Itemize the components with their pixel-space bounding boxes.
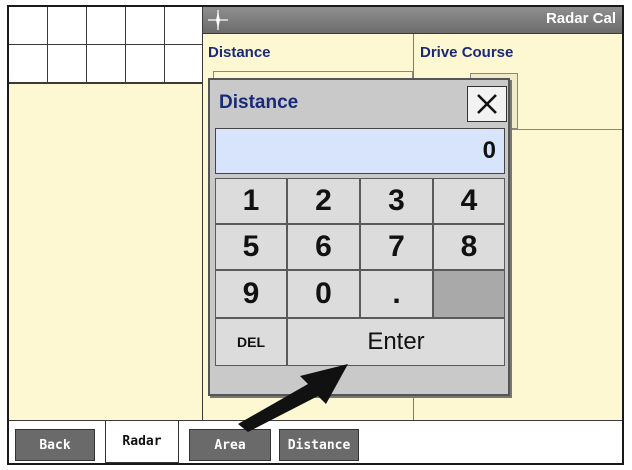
grid-cell[interactable] (87, 7, 126, 45)
key-1[interactable]: 1 (215, 178, 287, 224)
grid-cell[interactable] (48, 45, 87, 83)
left-grid (9, 7, 203, 83)
key-5[interactable]: 5 (215, 224, 287, 270)
key-6[interactable]: 6 (287, 224, 360, 270)
key-3[interactable]: 3 (360, 178, 433, 224)
grid-cell[interactable] (9, 45, 48, 83)
tab-radar[interactable]: Radar (105, 421, 179, 463)
tab-area[interactable]: Area (189, 429, 271, 461)
pointer-arrow-icon (238, 364, 348, 432)
close-icon (477, 94, 497, 114)
grid-cell[interactable] (126, 45, 165, 83)
grid-cell[interactable] (165, 7, 203, 45)
key-blank (433, 270, 505, 318)
grid-cell[interactable] (126, 7, 165, 45)
title-bar: Radar Cal (203, 7, 622, 34)
value-display: 0 (215, 128, 505, 174)
distance-label: Distance (208, 44, 271, 61)
key-8[interactable]: 8 (433, 224, 505, 270)
key-7[interactable]: 7 (360, 224, 433, 270)
close-button[interactable] (467, 86, 507, 122)
key-4[interactable]: 4 (433, 178, 505, 224)
dialog-title: Distance (219, 92, 299, 113)
display-value: 0 (482, 137, 496, 164)
compass-icon (208, 10, 228, 30)
distance-keypad-dialog: Distance 0 1 2 3 4 5 6 7 8 9 0 . DEL Ent… (208, 78, 510, 396)
grid-cell[interactable] (48, 7, 87, 45)
grid-cell[interactable] (9, 7, 48, 45)
key-0[interactable]: 0 (287, 270, 360, 318)
key-2[interactable]: 2 (287, 178, 360, 224)
left-pane (9, 83, 203, 420)
back-tab[interactable]: Back (15, 429, 95, 461)
key-decimal-point[interactable]: . (360, 270, 433, 318)
tab-distance[interactable]: Distance (279, 429, 359, 461)
window-title: Radar Cal (545, 10, 616, 27)
key-9[interactable]: 9 (215, 270, 287, 318)
drive-course-label: Drive Course (420, 44, 514, 61)
grid-cell[interactable] (165, 45, 203, 83)
grid-cell[interactable] (87, 45, 126, 83)
